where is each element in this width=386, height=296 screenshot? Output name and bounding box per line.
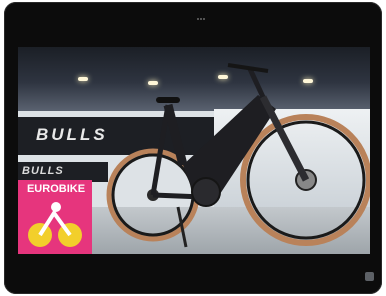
eurobike-cyclist-icon	[28, 202, 82, 247]
eurobike-logo-text: EUROBIKE	[26, 183, 86, 195]
fork	[259, 95, 310, 182]
saddle	[156, 97, 180, 103]
home-button-icon[interactable]	[365, 272, 374, 281]
photo-screen: BULLS BULLS EUROBIKE	[18, 47, 370, 254]
camera-dots-icon	[197, 18, 206, 21]
motor	[191, 177, 221, 207]
stem	[247, 67, 266, 99]
